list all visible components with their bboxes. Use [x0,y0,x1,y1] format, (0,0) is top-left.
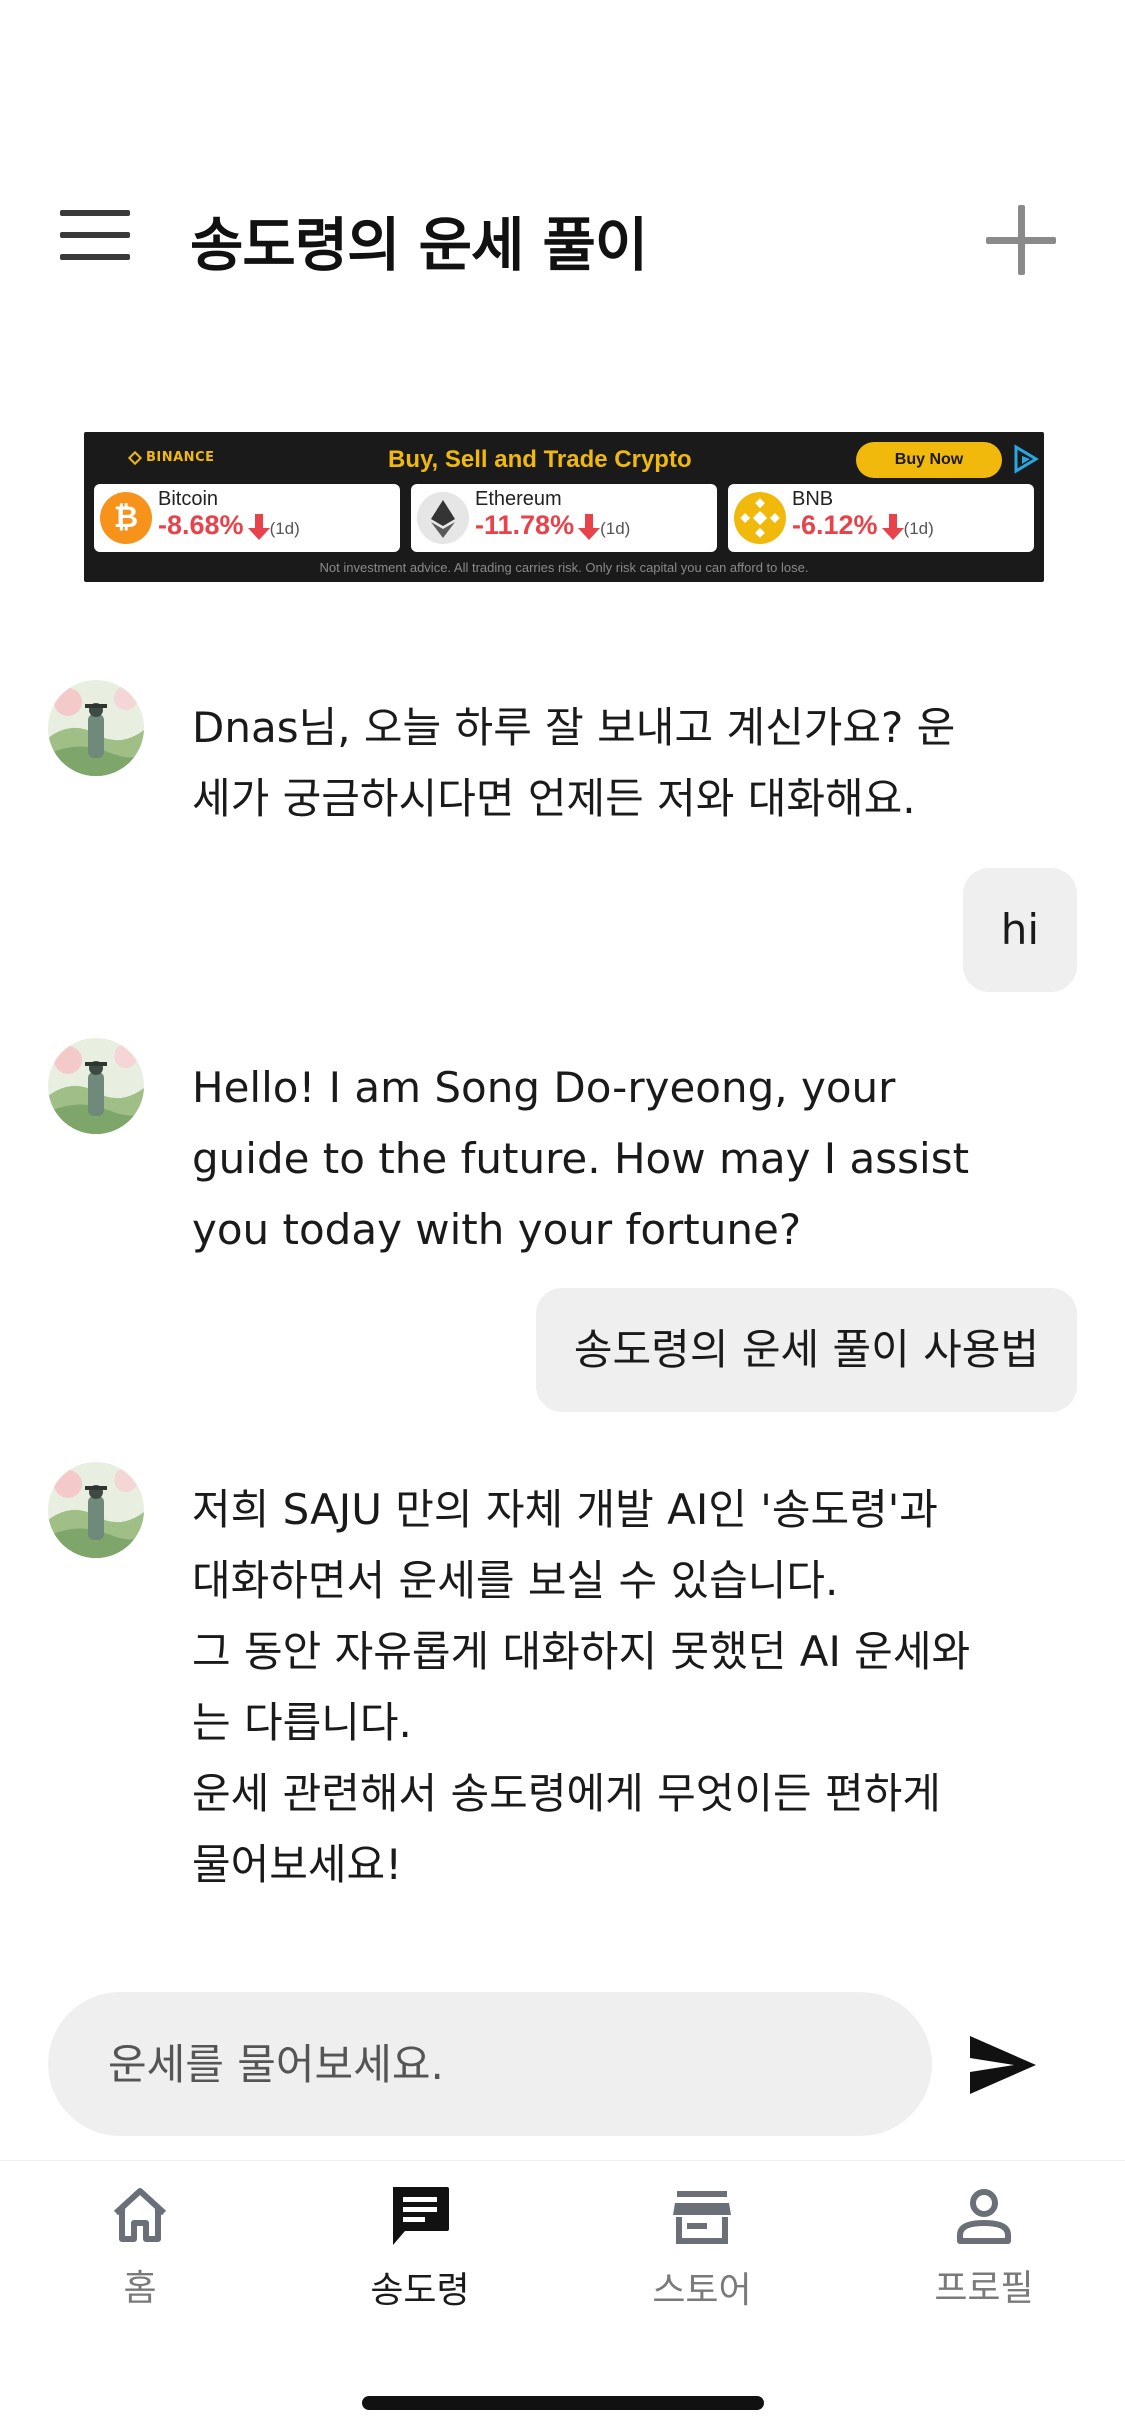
ad-disclaimer: Not investment advice. All trading carri… [319,560,809,575]
bnb-logo-icon [734,492,786,544]
bot-avatar [48,1462,144,1558]
page-title: 송도령의 운세 풀이 [190,211,648,279]
bottom-tab-bar: 홈 송도령 스토어 프로필 [0,2160,1125,2436]
ad-banner[interactable]: BINANCE Buy, Sell and Trade Crypto Buy N… [84,432,1044,582]
user-message: hi [962,868,1077,992]
tab-label: 송도령 [370,2270,470,2311]
coin-name: BNB [792,488,834,510]
down-arrow-icon [881,513,904,540]
tab-label: 홈 [123,2268,157,2309]
ad-coin-card-bitcoin[interactable]: ₿ Bitcoin -8.68% (1d) [94,484,400,552]
coin-change: -11.78% (1d) [475,510,631,540]
coin-name: Ethereum [475,488,562,510]
new-chat-plus-icon[interactable] [986,205,1056,275]
ad-choices-icon[interactable] [1012,444,1040,474]
home-icon [113,2188,167,2242]
app-header: 송도령의 운세 풀이 [0,170,1125,300]
down-arrow-icon [247,513,270,540]
down-arrow-icon [578,513,601,540]
ad-buy-now-button[interactable]: Buy Now [856,442,1002,478]
tab-home[interactable]: 홈 [40,2183,240,2343]
tab-songdoryeong[interactable]: 송도령 [320,2183,520,2343]
chat-icon [393,2187,449,2245]
tab-label: 스토어 [652,2270,752,2311]
message-input-container [48,1992,932,2136]
ad-brand-logo: BINANCE [127,450,215,465]
bot-message: Dnas님, 오늘 하루 잘 보내고 계신가요? 운 세가 궁금하시다면 언제든… [192,703,956,823]
tab-profile[interactable]: 프로필 [884,2183,1084,2343]
bot-avatar [48,680,144,776]
chat-screen: 송도령의 운세 풀이 BINANCE Buy, Sell and Trade C… [0,0,1125,2436]
user-message: 송도령의 운세 풀이 사용법 [535,1288,1077,1412]
coin-change: -8.68% (1d) [158,510,300,540]
coin-change: -6.12% (1d) [792,510,934,540]
ad-coin-card-ethereum[interactable]: Ethereum -11.78% (1d) [411,484,717,552]
tab-label: 프로필 [934,2268,1034,2309]
ad-headline: Buy, Sell and Trade Crypto [388,446,692,473]
store-icon [673,2191,731,2244]
home-indicator[interactable] [362,2396,764,2410]
bot-message: 저희 SAJU 만의 자체 개발 AI인 '송도령'과 대화하면서 운세를 보실… [192,1485,971,1889]
tab-store[interactable]: 스토어 [602,2183,802,2343]
bot-message: Hello! I am Song Do-ryeong, your guide t… [192,1063,970,1254]
ethereum-logo-icon [417,492,469,544]
ad-coin-card-bnb[interactable]: BNB -6.12% (1d) [728,484,1034,552]
message-input[interactable] [108,1992,888,2136]
bitcoin-logo-icon: ₿ [100,492,152,544]
send-icon[interactable] [968,2030,1038,2100]
coin-name: Bitcoin [158,488,219,510]
hamburger-menu-icon[interactable] [60,210,130,260]
profile-icon [957,2189,1011,2244]
bot-avatar [48,1038,144,1134]
